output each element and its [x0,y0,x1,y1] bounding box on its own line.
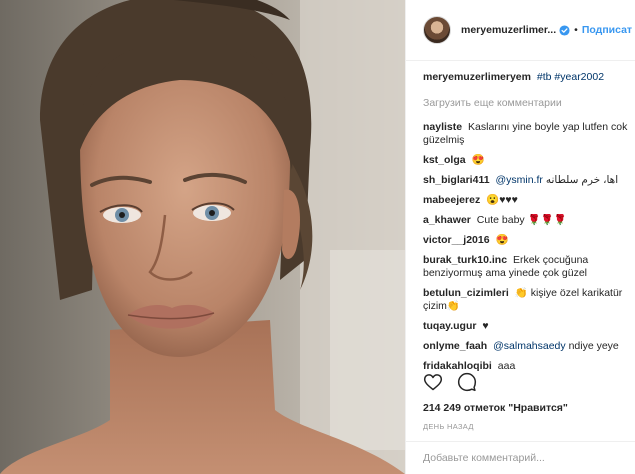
comment-mention[interactable]: @ysmin.fr [495,174,542,186]
comment-username[interactable]: fridakahloqibi [423,360,492,372]
follow-button[interactable]: Подписат [582,24,632,37]
comments-list: meryemuzerlimeryem #tb #year2002 Загрузи… [423,71,635,380]
comment-username[interactable]: onlyme_faah [423,340,487,352]
comment-text: اها، خرم سلطانه [545,174,619,186]
likes-count[interactable]: 214 249 отметок "Нравится" [423,402,568,415]
comment-username[interactable]: a_khawer [423,214,471,226]
header-separator: • [574,23,578,36]
add-comment-bar [406,441,635,474]
header-username[interactable]: meryemuzerlimer... [461,24,556,37]
post-sidebar: meryemuzerlimer... • Подписат meryemuzer… [405,0,635,474]
comment-item: nayliste Kaslarını yine boyle yap lutfen… [423,121,635,147]
comment-username[interactable]: kst_olga [423,154,466,166]
comment-mention[interactable]: @salmahsaedy [493,340,566,352]
post-actions [423,372,477,392]
comment-item: betulun_cizimleri 👏 kişiye özel karikatü… [423,287,635,313]
comment-text: aaa [497,360,516,372]
comment-item: victor__j2016 😍 [423,234,635,247]
add-comment-input[interactable] [423,452,623,464]
comment-text: 😍 [471,154,485,166]
post-timestamp[interactable]: ДЕНЬ НАЗАД [423,420,474,433]
caption-hashtags[interactable]: #tb #year2002 [537,71,604,83]
comment-item: kst_olga 😍 [423,154,635,167]
post-caption: meryemuzerlimeryem #tb #year2002 [423,71,635,84]
verified-badge-icon [559,24,570,36]
comment-item: onlyme_faah @salmahsaedy ndiye yeye [423,340,635,353]
comment-username[interactable]: sh_biglari411 [423,174,490,186]
comment-item: tuqay.ugur ♥ [423,320,635,333]
comment-text: 😍 [495,234,509,246]
comment-text: ndiye yeye [568,340,619,352]
comment-item: sh_biglari411 @ysmin.fr اها، خرم سلطانه [423,174,635,187]
avatar[interactable] [423,16,451,44]
comment-username[interactable]: betulun_cizimleri [423,287,509,299]
load-more-comments-button[interactable]: Загрузить еще комментарии [423,97,635,110]
comment-text: 😮♥♥♥ [486,194,518,206]
comment-username[interactable]: victor__j2016 [423,234,490,246]
comment-item: mabeejerez 😮♥♥♥ [423,194,635,207]
heart-outline-icon[interactable] [423,372,443,392]
comment-username[interactable]: mabeejerez [423,194,480,206]
comment-text: Cute baby 🌹🌹🌹 [476,214,567,226]
comment-username[interactable]: nayliste [423,121,462,133]
comment-text: ♥ [482,320,489,332]
speech-bubble-icon[interactable] [457,372,477,392]
portrait-image [0,0,405,474]
comment-username[interactable]: tuqay.ugur [423,320,476,332]
comment-item: burak_turk10.inc Erkek çocuğuna benziyor… [423,254,635,280]
comment-username[interactable]: burak_turk10.inc [423,254,507,266]
comment-item: a_khawer Cute baby 🌹🌹🌹 [423,214,635,227]
post-header: meryemuzerlimer... • Подписат [406,0,635,61]
caption-username[interactable]: meryemuzerlimeryem [423,71,531,83]
post-photo[interactable] [0,0,405,474]
